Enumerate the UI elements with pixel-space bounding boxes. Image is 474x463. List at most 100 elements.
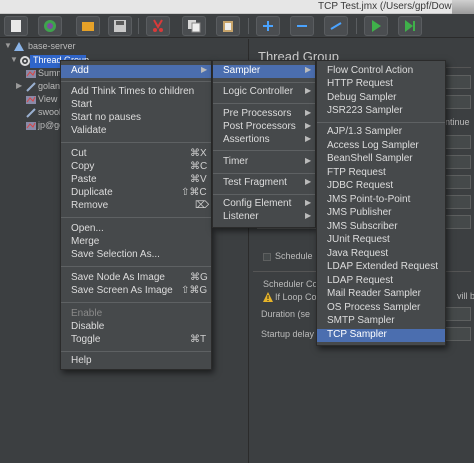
menu-item-add-think-times[interactable]: Add Think Times to children xyxy=(61,86,211,99)
menu-item-validate[interactable]: Validate xyxy=(61,125,211,138)
save-icon[interactable] xyxy=(108,16,132,36)
menu-item-cut[interactable]: Cut ⌘X xyxy=(61,148,211,161)
menu-item-jdbc-request[interactable]: JDBC Request xyxy=(317,180,445,193)
menu-item-start-no-pauses[interactable]: Start no pauses xyxy=(61,112,211,125)
sampler-icon xyxy=(26,82,36,92)
menu-item-ajp-sampler[interactable]: AJP/1.3 Sampler xyxy=(317,126,445,139)
menu-item-duplicate[interactable]: Duplicate ⇧⌘C xyxy=(61,187,211,200)
menu-item-remove[interactable]: Remove ⌦ xyxy=(61,200,211,213)
remove-icon[interactable] xyxy=(290,16,314,36)
listener-icon xyxy=(26,70,36,78)
menu-item-mail-reader-sampler[interactable]: Mail Reader Sampler xyxy=(317,288,445,301)
listener-icon xyxy=(26,96,36,104)
menu-item-test-fragment[interactable]: Test Fragment ▶ xyxy=(213,177,315,190)
menu-separator xyxy=(61,302,211,303)
menu-item-smtp-sampler[interactable]: SMTP Sampler xyxy=(317,315,445,328)
menu-item-save-node-as-image[interactable]: Save Node As Image ⌘G xyxy=(61,272,211,285)
tree-item-jpgc[interactable]: jp@gc xyxy=(0,120,64,133)
menu-item-label: Save Screen As Image xyxy=(71,285,173,296)
main-toolbar xyxy=(0,14,474,38)
menu-item-merge[interactable]: Merge xyxy=(61,236,211,249)
menu-separator xyxy=(61,351,211,352)
menu-item-assertions[interactable]: Assertions ▶ xyxy=(213,134,315,147)
continue-option-label: ntinue xyxy=(445,117,470,127)
menu-item-disable[interactable]: Disable xyxy=(61,321,211,334)
toggle-icon[interactable] xyxy=(324,16,348,36)
menu-item-ldap-extended-request[interactable]: LDAP Extended Request xyxy=(317,261,445,274)
scheduler-checkbox-label: Schedule xyxy=(275,251,313,261)
menu-item-junit-request[interactable]: JUnit Request xyxy=(317,234,445,247)
cut-icon[interactable] xyxy=(146,16,170,36)
tree-item-view[interactable]: View I xyxy=(0,94,62,107)
menu-item-http-request[interactable]: HTTP Request xyxy=(317,78,445,91)
menu-item-label: Validate xyxy=(71,125,107,136)
shortcut-label: ⇧⌘C xyxy=(181,187,207,198)
menu-item-access-log-sampler[interactable]: Access Log Sampler xyxy=(317,140,445,153)
menu-item-save-screen-as-image[interactable]: Save Screen As Image ⇧⌘G xyxy=(61,285,211,298)
menu-item-jms-subscriber[interactable]: JMS Subscriber xyxy=(317,221,445,234)
menu-item-label: Listener xyxy=(223,211,259,222)
menu-item-copy[interactable]: Copy ⌘C xyxy=(61,161,211,174)
templates-icon[interactable] xyxy=(38,16,62,36)
menu-item-logic-controller[interactable]: Logic Controller ▶ xyxy=(213,86,315,99)
add-icon[interactable] xyxy=(256,16,280,36)
menu-separator xyxy=(61,217,211,218)
menu-item-jms-publisher[interactable]: JMS Publisher xyxy=(317,207,445,220)
menu-item-flow-control-action[interactable]: Flow Control Action xyxy=(317,65,445,78)
menu-item-label: Config Element xyxy=(223,198,292,209)
expand-toggle[interactable]: ▼ xyxy=(10,55,18,64)
menu-item-label: Timer xyxy=(223,156,249,167)
menu-item-beanshell-sampler[interactable]: BeanShell Sampler xyxy=(317,153,445,166)
scheduler-checkbox[interactable] xyxy=(263,253,271,261)
menu-item-post-processors[interactable]: Post Processors ▶ xyxy=(213,121,315,134)
menu-item-listener[interactable]: Listener ▶ xyxy=(213,211,315,224)
submenu-arrow-icon: ▶ xyxy=(201,65,208,74)
tree-item-label: swool xyxy=(38,107,62,117)
tree-item-base-server[interactable]: ▼ base-server xyxy=(0,41,248,54)
menu-item-label: Duplicate xyxy=(71,187,113,198)
sampler-submenu: Flow Control Action HTTP Request Debug S… xyxy=(316,60,446,346)
paste-icon[interactable] xyxy=(216,16,240,36)
tree-item-swoole[interactable]: swool xyxy=(0,107,62,120)
menu-item-ftp-request[interactable]: FTP Request xyxy=(317,167,445,180)
menu-item-label: FTP Request xyxy=(327,167,386,178)
menu-item-help[interactable]: Help xyxy=(61,355,211,368)
tree-item-summary[interactable]: Summ xyxy=(0,68,64,81)
menu-item-start[interactable]: Start xyxy=(61,99,211,112)
menu-item-config-element[interactable]: Config Element ▶ xyxy=(213,198,315,211)
copy-icon[interactable] xyxy=(182,16,206,36)
menu-item-jsr223-sampler[interactable]: JSR223 Sampler xyxy=(317,105,445,118)
shortcut-label: ⌘C xyxy=(190,161,208,172)
menu-item-add[interactable]: Add ▶ xyxy=(61,65,211,78)
menu-item-sampler[interactable]: Sampler ▶ xyxy=(213,65,315,78)
start-no-pause-icon[interactable] xyxy=(398,16,422,36)
new-icon[interactable] xyxy=(4,16,28,36)
menu-item-label: JMS Point-to-Point xyxy=(327,194,411,205)
menu-item-open[interactable]: Open... xyxy=(61,223,211,236)
tree-item-golang[interactable]: ▶ golang xyxy=(0,81,65,94)
menu-item-label: Add xyxy=(71,65,89,76)
menu-item-save-selection-as[interactable]: Save Selection As... xyxy=(61,249,211,262)
start-icon[interactable] xyxy=(364,16,388,36)
menu-item-label: Copy xyxy=(71,161,95,172)
menu-item-label: JMS Subscriber xyxy=(327,221,398,232)
menu-item-toggle[interactable]: Toggle ⌘T xyxy=(61,334,211,347)
menu-item-java-request[interactable]: Java Request xyxy=(317,248,445,261)
open-icon[interactable] xyxy=(76,16,100,36)
menu-item-os-process-sampler[interactable]: OS Process Sampler xyxy=(317,302,445,315)
menu-item-label: Enable xyxy=(71,308,103,319)
warning-continuation: vill b xyxy=(457,291,474,301)
expand-toggle[interactable]: ▼ xyxy=(4,41,12,50)
expand-toggle[interactable]: ▶ xyxy=(16,81,22,90)
user-avatar xyxy=(452,0,474,14)
menu-item-label: Flow Control Action xyxy=(327,65,414,76)
menu-item-label: Mail Reader Sampler xyxy=(327,288,421,299)
menu-item-timer[interactable]: Timer ▶ xyxy=(213,156,315,169)
menu-item-paste[interactable]: Paste ⌘V xyxy=(61,174,211,187)
menu-item-jms-point-to-point[interactable]: JMS Point-to-Point xyxy=(317,194,445,207)
menu-item-debug-sampler[interactable]: Debug Sampler xyxy=(317,92,445,105)
menu-item-label: JDBC Request xyxy=(327,180,394,191)
menu-item-pre-processors[interactable]: Pre Processors ▶ xyxy=(213,108,315,121)
menu-item-ldap-request[interactable]: LDAP Request xyxy=(317,275,445,288)
menu-item-tcp-sampler[interactable]: TCP Sampler xyxy=(317,329,445,342)
